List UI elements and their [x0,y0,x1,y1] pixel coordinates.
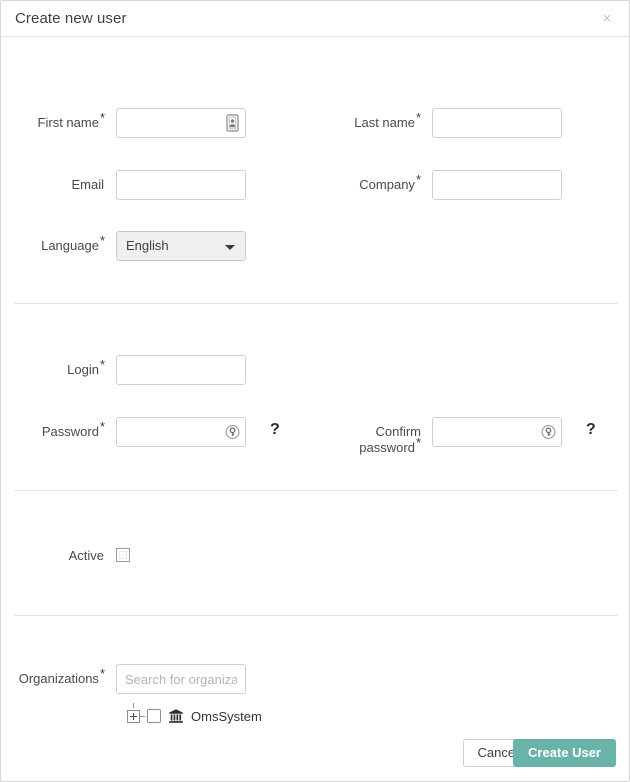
section-divider [14,615,618,616]
chevron-down-icon [225,245,235,250]
dialog-title: Create new user [15,10,127,27]
last-name-input[interactable] [432,108,562,138]
field-login: Login* [15,355,246,385]
login-input-wrap [116,355,246,385]
required-marker: * [415,434,421,450]
confirm-password-label: Confirm password* [359,424,421,455]
confirm-password-input-wrap [432,417,562,447]
organizations-tree: OmsSystem [127,703,262,724]
password-help-icon[interactable]: ? [270,421,280,439]
expand-plus-icon[interactable] [127,709,140,723]
required-marker: * [99,232,105,248]
institution-bank-icon [168,708,184,724]
field-active: Active [15,541,130,564]
dialog-body: First name* Last name* Email Company* La… [1,37,629,731]
field-password: Password* ? [15,417,280,447]
language-selected-value: English [126,238,169,253]
required-marker: * [99,665,105,681]
company-input[interactable] [432,170,562,200]
required-marker: * [99,356,105,372]
email-input-wrap [116,170,246,200]
create-user-button[interactable]: Create User [513,739,616,767]
login-label: Login* [67,356,105,377]
email-label: Email [71,177,104,192]
field-last-name: Last name* [331,108,562,138]
organizations-search-wrap [116,664,246,694]
dialog-footer: Cancel Create User [1,731,629,781]
field-language: Language* English [15,231,246,261]
tree-connector-line [133,703,134,708]
login-input[interactable] [116,355,246,385]
language-label: Language* [41,232,105,253]
confirm-password-input[interactable] [432,417,562,447]
tree-node-omssystem: OmsSystem [127,703,262,724]
field-organizations: Organizations* [15,664,246,694]
section-divider [14,303,618,304]
required-marker: * [415,171,421,187]
create-new-user-dialog: Create new user × First name* Last name*… [0,0,630,782]
company-input-wrap [432,170,562,200]
language-select[interactable]: English [116,231,246,261]
section-divider [14,490,618,491]
first-name-label: First name* [37,109,105,130]
password-input-wrap [116,417,246,447]
password-input[interactable] [116,417,246,447]
confirm-password-help-icon[interactable]: ? [586,421,596,439]
organization-name: OmsSystem [191,708,262,724]
first-name-input[interactable] [116,108,246,138]
field-company: Company* [331,170,562,200]
required-marker: * [99,418,105,434]
field-email: Email [15,170,246,200]
last-name-label: Last name* [354,109,421,130]
active-label: Active [68,548,104,563]
field-first-name: First name* [15,108,246,138]
close-icon[interactable]: × [598,10,616,28]
active-checkbox[interactable] [116,548,130,562]
last-name-input-wrap [432,108,562,138]
required-marker: * [415,109,421,125]
field-confirm-password: Confirm password* ? [331,417,596,456]
organizations-label: Organizations* [18,665,105,686]
organizations-search-input[interactable] [116,664,246,694]
email-input[interactable] [116,170,246,200]
first-name-input-wrap [116,108,246,138]
tree-connector-line [140,715,145,717]
company-label: Company* [359,171,421,192]
organization-checkbox-omssystem[interactable] [147,709,161,723]
password-label: Password* [41,418,105,439]
dialog-header: Create new user × [1,1,629,37]
required-marker: * [99,109,105,125]
